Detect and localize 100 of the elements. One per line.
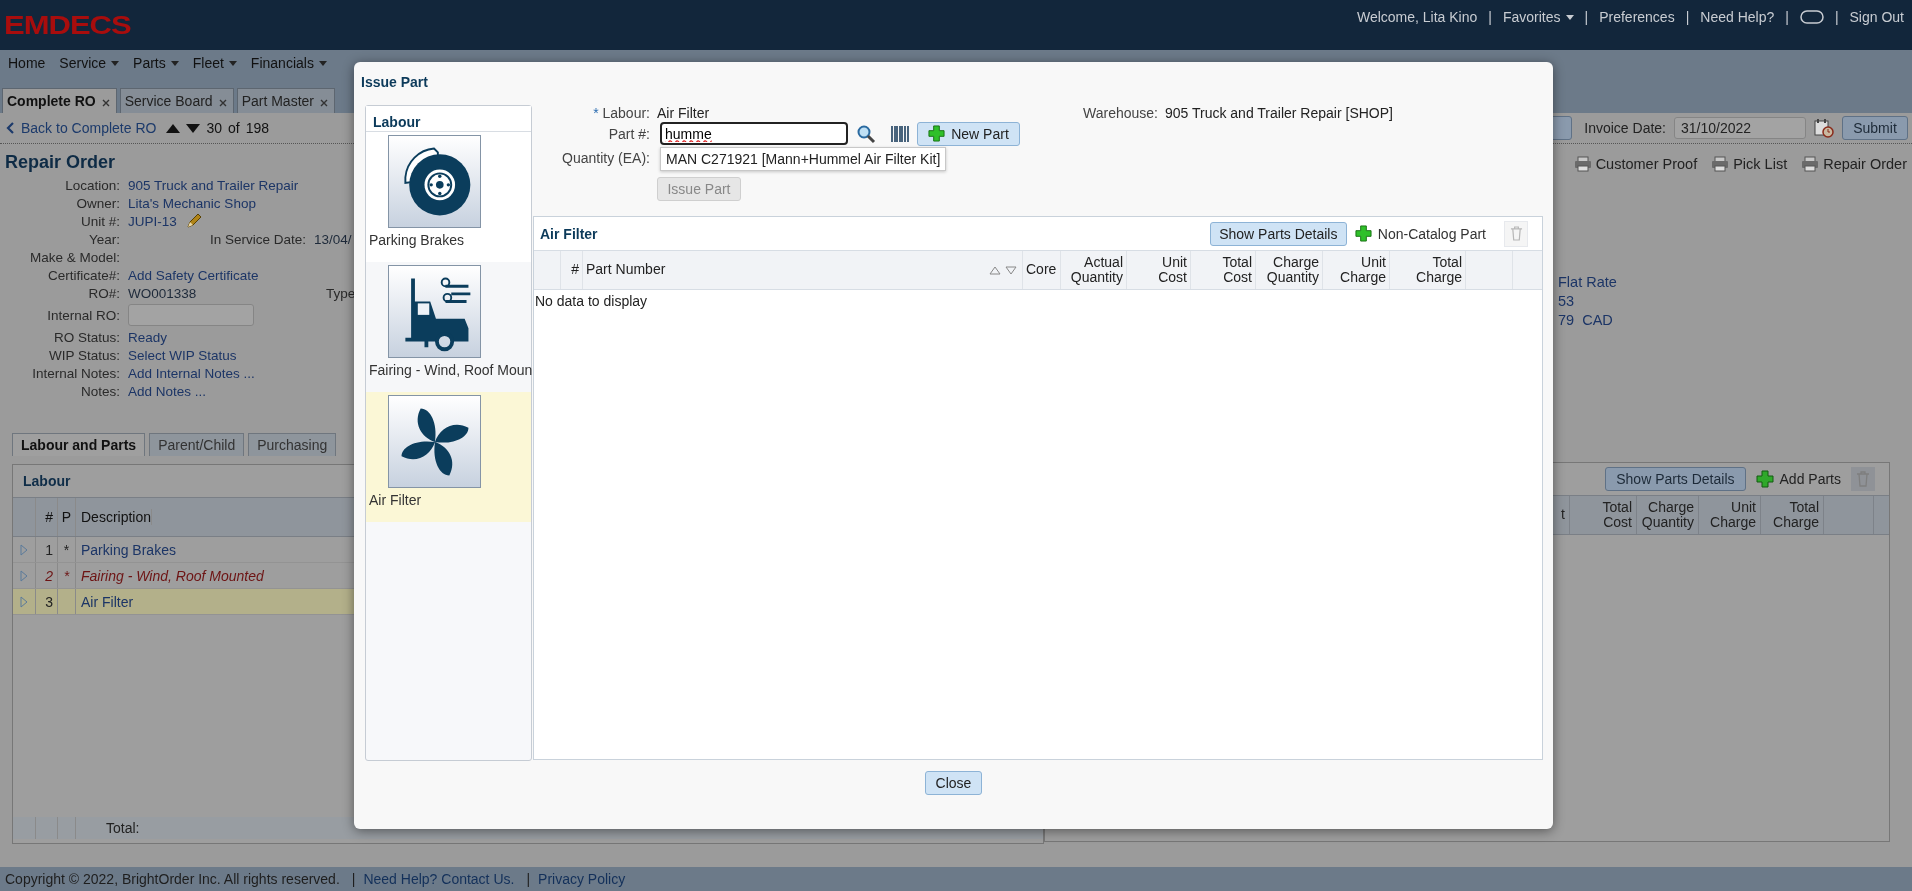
submit-button[interactable]: Submit xyxy=(1842,116,1908,140)
page-tab[interactable]: Complete RO xyxy=(2,88,117,113)
footer-link[interactable]: Need Help? Contact Us. xyxy=(363,871,515,887)
suggestion-item[interactable]: MAN C271921 [Mann+Hummel Air Filter Kit] xyxy=(660,147,947,171)
toggle-icon[interactable] xyxy=(1799,10,1824,24)
field-value: 13/04/ xyxy=(314,231,352,247)
separator: | xyxy=(1488,9,1492,25)
field-label: RO Status: xyxy=(52,329,120,345)
print-link[interactable]: Pick List xyxy=(1711,156,1788,172)
search-icon[interactable] xyxy=(856,123,876,144)
invoice-date-field[interactable]: 31/10/2022 xyxy=(1674,117,1806,139)
field-link[interactable]: 905 Truck and Trailer Repair xyxy=(128,177,299,193)
section-tab[interactable]: Parent/Child xyxy=(149,433,245,456)
new-part-button[interactable]: New Part xyxy=(917,121,1020,146)
labour-label: * Labour: xyxy=(592,105,650,121)
labour-item[interactable]: Parking Brakes xyxy=(366,132,531,262)
calendar-icon[interactable] xyxy=(1814,118,1834,138)
column-header: Total Cost xyxy=(1191,251,1256,289)
column-header: Part Number xyxy=(583,251,1023,289)
separator: | xyxy=(526,871,531,887)
favorites-menu[interactable]: Favorites xyxy=(1502,9,1574,25)
field-label: Internal RO: xyxy=(46,307,120,323)
caret-icon xyxy=(318,60,327,66)
column-header: Charge Quantity xyxy=(1256,251,1323,289)
column-header: # xyxy=(561,251,583,289)
total-label: Total: xyxy=(105,819,141,838)
non-catalog-part-button[interactable]: Non-Catalog Part xyxy=(1354,225,1486,242)
empty-message: No data to display xyxy=(534,292,649,309)
field-label: WIP Status: xyxy=(47,347,120,363)
field-label: Location: xyxy=(64,177,120,193)
field-link[interactable]: Add Notes ... xyxy=(128,383,207,399)
field-link[interactable]: Add Internal Notes ... xyxy=(128,365,255,381)
column-header: Charge Quantity xyxy=(1637,496,1699,534)
add-parts-button[interactable]: Add Parts xyxy=(1755,470,1841,488)
close-icon[interactable] xyxy=(101,99,110,107)
trash-icon xyxy=(1856,471,1870,487)
field-link[interactable]: Add Safety Certificate xyxy=(128,267,259,283)
sort-icon[interactable] xyxy=(989,265,1019,275)
print-link[interactable]: Repair Order xyxy=(1801,156,1907,172)
menu-item[interactable]: Service xyxy=(59,55,120,71)
column-header: Actual Quantity xyxy=(1061,251,1127,289)
print-link[interactable]: Customer Proof xyxy=(1573,156,1698,172)
footer-link[interactable]: Privacy Policy xyxy=(538,871,626,887)
header-link[interactable]: Need Help? xyxy=(1700,9,1775,25)
header-link[interactable]: Sign Out xyxy=(1849,9,1904,25)
field-link[interactable]: Select WIP Status xyxy=(128,347,237,363)
field-link[interactable]: JUPI-13 xyxy=(128,213,177,229)
close-icon[interactable] xyxy=(218,99,227,107)
record-of: of xyxy=(227,120,240,136)
column-header: Unit Charge xyxy=(1323,251,1390,289)
grid-title: Air Filter xyxy=(540,225,598,242)
close-button[interactable]: Close xyxy=(925,771,982,795)
back-link[interactable]: Back to Complete RO xyxy=(6,120,157,136)
page-tab[interactable]: Part Master xyxy=(236,88,335,113)
section-tab[interactable]: Labour and Parts xyxy=(12,433,146,456)
record-number: 30 xyxy=(206,120,222,136)
dialog-title: Issue Part xyxy=(360,73,429,92)
field-label: Make & Model: xyxy=(28,249,120,265)
summary-text: 79 CAD xyxy=(1558,312,1614,330)
barcode-icon[interactable] xyxy=(890,123,910,144)
separator: | xyxy=(1834,9,1839,25)
caret-icon xyxy=(1565,14,1574,20)
page-tab[interactable]: Service Board xyxy=(119,88,234,113)
header-link[interactable]: Preferences xyxy=(1599,9,1675,25)
column-header: Description xyxy=(81,509,153,525)
record-total: 198 xyxy=(245,120,269,136)
panel-title: Labour xyxy=(22,472,72,491)
field-link[interactable]: Lita's Mechanic Shop xyxy=(128,195,256,211)
pencil-icon[interactable] xyxy=(184,212,203,230)
menu-item[interactable]: Fleet xyxy=(192,55,237,71)
column-header: P xyxy=(58,498,76,536)
printer-icon xyxy=(1801,156,1820,172)
menu-item[interactable]: Financials xyxy=(250,55,327,71)
part-number-field[interactable]: humme xyxy=(660,122,848,145)
column-header: Unit Charge xyxy=(1699,496,1761,534)
menu-item[interactable]: Parts xyxy=(133,55,179,71)
column-header: Total Cost xyxy=(1570,496,1637,534)
part-number-label: Part #: xyxy=(607,125,650,142)
warehouse-value: 905 Truck and Trailer Repair [SHOP] xyxy=(1164,105,1393,121)
welcome-text: Welcome, Lita Kino xyxy=(1356,9,1478,25)
close-icon[interactable] xyxy=(320,99,328,107)
warehouse-label: Warehouse: xyxy=(1083,105,1158,121)
down-arrow-icon[interactable] xyxy=(186,123,201,133)
up-arrow-icon[interactable] xyxy=(166,123,181,133)
field-label: Year: xyxy=(87,231,120,247)
plus-icon xyxy=(1354,225,1372,242)
field-link[interactable]: Ready xyxy=(128,329,168,345)
caret-icon xyxy=(228,60,237,66)
labour-item[interactable]: Air Filter xyxy=(366,392,531,522)
section-tab[interactable]: Purchasing xyxy=(248,433,337,456)
internal-ro-field[interactable] xyxy=(128,304,254,326)
invoice-date-label: Invoice Date: xyxy=(1584,120,1666,136)
menu-item[interactable]: Home xyxy=(8,55,46,71)
field-label: Unit #: xyxy=(79,213,120,229)
trash-icon xyxy=(1509,226,1523,241)
separator: | xyxy=(1584,9,1589,25)
show-parts-details-button[interactable]: Show Parts Details xyxy=(1209,221,1347,246)
show-parts-details-button[interactable]: Show Parts Details xyxy=(1605,467,1746,491)
back-icon xyxy=(6,122,14,134)
quantity-label: Quantity (EA): xyxy=(561,150,650,166)
